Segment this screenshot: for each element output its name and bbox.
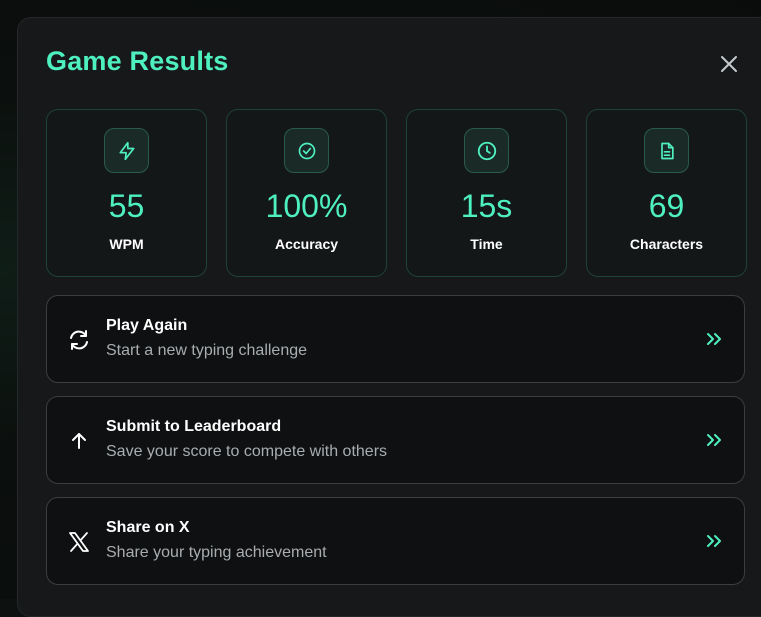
stat-label: Accuracy xyxy=(274,236,339,252)
lightning-icon xyxy=(119,141,134,160)
stat-card-accuracy: 100% Accuracy xyxy=(226,109,387,277)
stat-value: 15s xyxy=(460,188,513,224)
close-button[interactable] xyxy=(715,50,743,78)
stat-value: 100% xyxy=(265,188,348,224)
arrow-up-icon xyxy=(72,433,86,449)
action-title: Share on X xyxy=(106,519,190,536)
stat-value: 55 xyxy=(108,188,145,224)
double-chevron-right-icon xyxy=(707,535,721,547)
action-subtitle: Start a new typing challenge xyxy=(106,342,308,359)
clock-icon xyxy=(477,141,496,160)
game-results-modal: Game Results 55 WPM 100% Accuracy 15s Ti… xyxy=(17,17,761,617)
stat-value: 69 xyxy=(648,188,685,224)
stats-row: 55 WPM 100% Accuracy 15s Time 69 Charact… xyxy=(46,109,747,277)
action-title: Submit to Leaderboard xyxy=(106,418,282,435)
close-icon xyxy=(721,56,737,72)
stat-label: Time xyxy=(470,236,503,252)
x-logo-icon xyxy=(69,532,89,552)
stat-label: Characters xyxy=(629,236,704,252)
play-again-button[interactable]: Play Again Start a new typing challenge xyxy=(46,295,745,383)
share-on-x-button[interactable]: Share on X Share your typing achievement xyxy=(46,497,745,585)
refresh-icon xyxy=(70,330,88,350)
action-subtitle: Save your score to compete with others xyxy=(106,443,388,460)
action-subtitle: Share your typing achievement xyxy=(106,544,327,561)
action-title: Play Again xyxy=(106,317,188,334)
stat-label: WPM xyxy=(109,236,144,252)
double-chevron-right-icon xyxy=(707,434,721,446)
stat-card-wpm: 55 WPM xyxy=(46,109,207,277)
stat-card-characters: 69 Characters xyxy=(586,109,747,277)
document-icon xyxy=(660,142,674,159)
stat-card-time: 15s Time xyxy=(406,109,567,277)
submit-leaderboard-button[interactable]: Submit to Leaderboard Save your score to… xyxy=(46,396,745,484)
modal-title: Game Results xyxy=(46,46,229,76)
double-chevron-right-icon xyxy=(707,333,721,345)
check-circle-icon xyxy=(298,142,315,159)
